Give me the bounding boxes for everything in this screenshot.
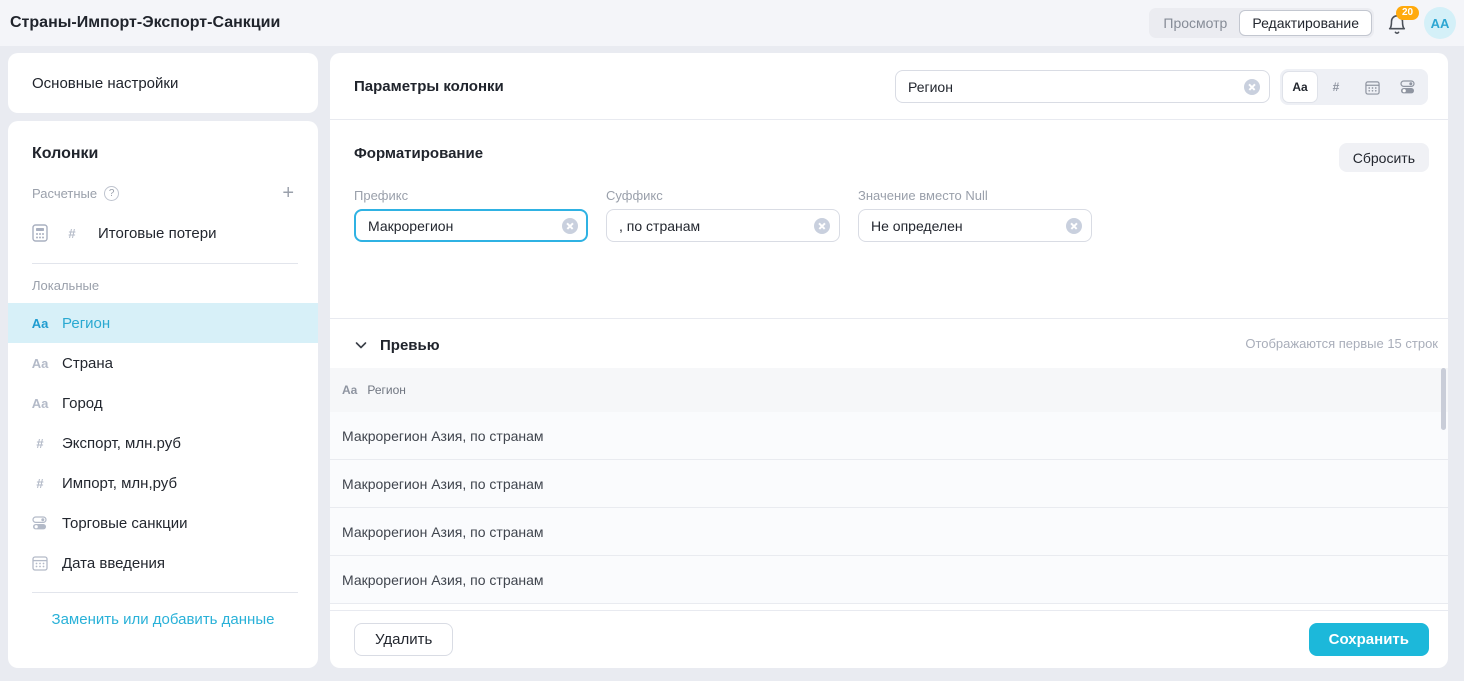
view-mode-toggle: Просмотр Редактирование [1149,8,1374,38]
text-type-icon: Aa [30,356,50,371]
number-type-icon: # [64,226,80,241]
sidebar-item-sankcii[interactable]: Торговые санкции [8,503,318,543]
panel-footer: Удалить Сохранить [330,610,1448,668]
panel-title: Параметры колонки [354,78,504,95]
sidebar-divider [32,263,298,264]
sidebar-item-region[interactable]: Aa Регион [8,303,318,343]
column-type-switcher: Aa # [1280,69,1428,105]
null-value-label: Значение вместо Null [858,188,1092,203]
type-date-button[interactable] [1355,72,1389,102]
clear-icon[interactable] [1066,218,1082,234]
calendar-icon [1365,80,1380,95]
preview-scrollbar[interactable] [1441,368,1446,430]
column-item-label: Регион [62,315,110,332]
preview-title: Превью [380,337,440,354]
clear-icon[interactable] [814,218,830,234]
column-name-field [895,70,1270,103]
formatting-title: Форматирование [354,145,483,162]
calendar-type-icon [30,555,50,571]
sidebar-item-data-vvedeniya[interactable]: Дата введения [8,543,318,583]
sidebar-item-export[interactable]: # Экспорт, млн.руб [8,423,318,463]
table-row: Макрорегион Азия, по странам [330,460,1448,508]
avatar[interactable]: AA [1424,7,1456,39]
number-type-icon: # [30,436,50,451]
view-mode-view[interactable]: Просмотр [1151,10,1239,36]
sidebar-divider [32,592,298,593]
type-boolean-button[interactable] [1391,72,1425,102]
page-title: Страны-Импорт-Экспорт-Санкции [10,14,280,32]
view-mode-edit[interactable]: Редактирование [1239,10,1372,36]
cell-value: Макрорегион Азия, по странам [342,572,544,588]
sidebar-item-import[interactable]: # Импорт, млн,руб [8,463,318,503]
delete-button[interactable]: Удалить [354,623,453,656]
prefix-label: Префикс [354,188,588,203]
null-value-field: Значение вместо Null [858,188,1092,242]
prefix-field: Префикс [354,188,588,242]
clear-icon[interactable] [562,218,578,234]
notifications-badge: 20 [1396,6,1419,20]
text-type-icon: Aa [342,383,357,397]
suffix-label: Суффикс [606,188,840,203]
cell-value: Макрорегион Азия, по странам [342,428,544,444]
columns-title: Колонки [32,145,318,163]
help-icon[interactable]: ? [104,186,119,201]
column-item-label: Импорт, млн,руб [62,475,177,492]
column-item-label: Экспорт, млн.руб [62,435,181,452]
column-settings-panel: Параметры колонки Aa # Форматирование Сб [330,53,1448,668]
sidebar-item-strana[interactable]: Aa Страна [8,343,318,383]
table-row: Макрорегион Азия, по странам [330,508,1448,556]
null-value-input[interactable] [858,209,1092,242]
column-item-label: Итоговые потери [98,225,216,242]
sidebar-item-itogovye-poteri[interactable]: # Итоговые потери [8,213,318,253]
add-column-button[interactable]: + [282,185,294,201]
preview-header: Превью [354,330,440,360]
calculated-section-header: Расчетные ? + [32,185,294,201]
notifications-button[interactable]: 20 [1386,10,1412,36]
clear-icon[interactable] [1244,79,1260,95]
suffix-input[interactable] [606,209,840,242]
column-item-label: Страна [62,355,113,372]
columns-panel: Колонки Расчетные ? + # Итоговые потери … [8,121,318,668]
main-settings-label: Основные настройки [32,75,178,92]
table-row: Макрорегион Азия, по странам [330,412,1448,460]
toggle-icon [1400,80,1416,94]
replace-data-link[interactable]: Заменить или добавить данные [8,611,318,628]
type-number-button[interactable]: # [1319,72,1353,102]
suffix-field: Суффикс [606,188,840,242]
number-type-icon: # [30,476,50,491]
column-item-label: Торговые санкции [62,515,187,532]
text-type-icon: Aa [30,316,50,331]
sidebar-item-gorod[interactable]: Aa Город [8,383,318,423]
calculator-icon [32,224,48,242]
section-divider [330,318,1448,319]
chevron-down-icon[interactable] [354,338,368,352]
toggle-type-icon [30,516,50,530]
column-item-label: Дата введения [62,555,165,572]
local-label: Локальные [32,278,318,293]
column-name-input[interactable] [895,70,1270,103]
save-button[interactable]: Сохранить [1309,623,1429,656]
text-type-icon: Aa [30,396,50,411]
preview-column-header: Регион [367,383,406,397]
preview-table-header: Aa Регион [330,368,1448,412]
calculated-label: Расчетные [32,186,97,201]
type-text-button[interactable]: Aa [1283,72,1317,102]
column-item-label: Город [62,395,103,412]
table-row: Макрорегион Азия, по странам [330,556,1448,604]
cell-value: Макрорегион Азия, по странам [342,476,544,492]
top-bar: Страны-Импорт-Экспорт-Санкции Просмотр Р… [0,0,1464,46]
main-settings-card[interactable]: Основные настройки [8,53,318,113]
prefix-input[interactable] [354,209,588,242]
top-bar-actions: Просмотр Редактирование 20 AA [1149,0,1456,46]
preview-rows-note: Отображаются первые 15 строк [1245,336,1438,351]
cell-value: Макрорегион Азия, по странам [342,524,544,540]
reset-button[interactable]: Сбросить [1339,143,1429,172]
